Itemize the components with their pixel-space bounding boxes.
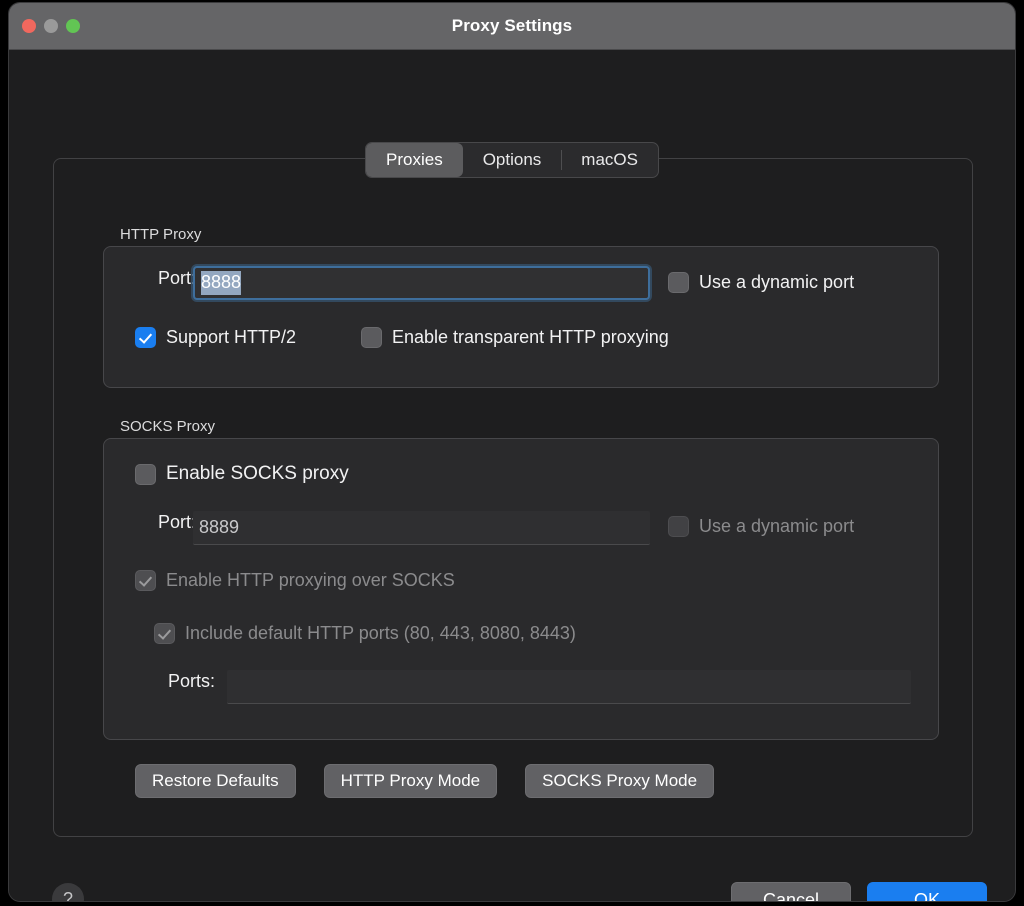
enable-socks-proxy-label: Enable SOCKS proxy bbox=[166, 463, 349, 484]
http-dynamic-port-checkbox[interactable]: Use a dynamic port bbox=[668, 272, 854, 293]
http-port-input[interactable]: 8888 bbox=[193, 266, 650, 300]
enable-socks-proxy-checkbox[interactable]: Enable SOCKS proxy bbox=[135, 463, 349, 485]
http-over-socks-label: Enable HTTP proxying over SOCKS bbox=[166, 570, 455, 590]
socks-ports-input[interactable] bbox=[227, 670, 911, 704]
socks-proxy-group-label: SOCKS Proxy bbox=[120, 418, 216, 435]
proxy-settings-window: Proxy Settings Proxies Options macOS HTT… bbox=[8, 2, 1016, 902]
socks-ports-row: Ports: bbox=[145, 671, 215, 692]
http-port-label: Port: bbox=[157, 268, 196, 288]
ok-button[interactable]: OK bbox=[867, 882, 987, 901]
socks-port-input[interactable]: 8889 bbox=[193, 511, 650, 545]
transparent-proxying-checkbox[interactable]: Enable transparent HTTP proxying bbox=[361, 327, 669, 348]
tab-macos[interactable]: macOS bbox=[561, 143, 658, 177]
socks-port-label: Port: bbox=[157, 512, 196, 532]
socks-ports-label: Ports: bbox=[167, 671, 215, 691]
close-button-icon[interactable] bbox=[22, 19, 36, 33]
traffic-light-group bbox=[22, 19, 80, 33]
restore-defaults-button[interactable]: Restore Defaults bbox=[135, 764, 296, 798]
window-titlebar: Proxy Settings bbox=[9, 3, 1015, 50]
checkbox-box-icon bbox=[668, 516, 689, 537]
http-dynamic-port-label: Use a dynamic port bbox=[699, 272, 855, 292]
http-over-socks-checkbox[interactable]: Enable HTTP proxying over SOCKS bbox=[135, 570, 455, 591]
support-http2-label: Support HTTP/2 bbox=[166, 327, 297, 347]
dialog-content: Proxies Options macOS HTTP Proxy Port: 8… bbox=[9, 50, 1015, 901]
tab-proxies[interactable]: Proxies bbox=[366, 143, 463, 177]
checkbox-box-icon bbox=[668, 272, 689, 293]
http-proxy-mode-button[interactable]: HTTP Proxy Mode bbox=[323, 764, 498, 798]
http-port-row: Port: bbox=[140, 268, 196, 289]
socks-proxy-mode-button[interactable]: SOCKS Proxy Mode bbox=[525, 764, 715, 798]
action-button-row: Restore Defaults HTTP Proxy Mode SOCKS P… bbox=[135, 764, 715, 798]
minimize-button-icon[interactable] bbox=[44, 19, 58, 33]
checkbox-checked-icon bbox=[135, 327, 156, 348]
socks-port-value: 8889 bbox=[199, 517, 240, 537]
tab-proxies-label: Proxies bbox=[386, 150, 443, 169]
include-default-ports-checkbox[interactable]: Include default HTTP ports (80, 443, 808… bbox=[154, 623, 576, 644]
checkbox-checked-icon bbox=[135, 570, 156, 591]
checkbox-box-icon bbox=[135, 463, 156, 485]
http-proxy-group-label: HTTP Proxy bbox=[120, 226, 202, 243]
tab-bar: Proxies Options macOS bbox=[9, 142, 1015, 178]
help-button[interactable]: ? bbox=[52, 883, 84, 901]
socks-port-row: Port: bbox=[140, 512, 196, 533]
cancel-button[interactable]: Cancel bbox=[731, 882, 851, 901]
socks-dynamic-port-checkbox[interactable]: Use a dynamic port bbox=[668, 516, 854, 537]
socks-dynamic-port-label: Use a dynamic port bbox=[699, 516, 855, 536]
include-default-ports-label: Include default HTTP ports (80, 443, 808… bbox=[185, 623, 576, 643]
dialog-buttons: Cancel OK bbox=[731, 882, 987, 901]
http-port-value: 8888 bbox=[201, 271, 242, 295]
tab-options[interactable]: Options bbox=[463, 143, 562, 177]
tab-options-label: Options bbox=[482, 150, 542, 169]
window-title: Proxy Settings bbox=[451, 16, 573, 35]
checkbox-box-icon bbox=[361, 327, 382, 348]
zoom-button-icon[interactable] bbox=[66, 19, 80, 33]
tab-macos-label: macOS bbox=[581, 150, 638, 169]
transparent-proxying-label: Enable transparent HTTP proxying bbox=[392, 327, 669, 347]
support-http2-checkbox[interactable]: Support HTTP/2 bbox=[135, 327, 296, 348]
checkbox-checked-icon bbox=[154, 623, 175, 644]
